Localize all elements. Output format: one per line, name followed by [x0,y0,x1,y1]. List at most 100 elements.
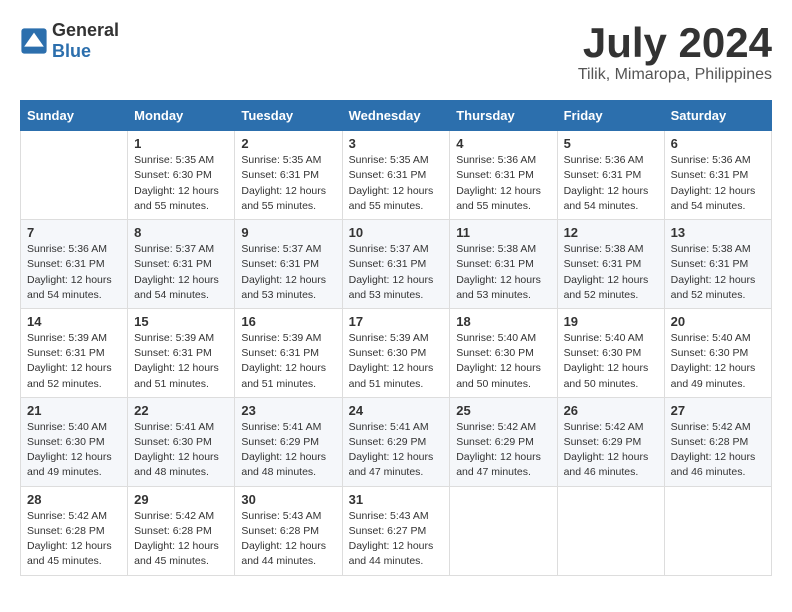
calendar-cell: 9 Sunrise: 5:37 AMSunset: 6:31 PMDaylight… [235,220,342,309]
day-number: 20 [671,314,765,329]
week-row: 1 Sunrise: 5:35 AMSunset: 6:30 PMDaylight… [21,131,772,220]
calendar-cell: 14 Sunrise: 5:39 AMSunset: 6:31 PMDayligh… [21,308,128,397]
header: General Blue July 2024 Tilik, Mimaropa, … [20,20,772,84]
calendar-cell: 10Sunrise: 5:37 AMSunset: 6:31 PMDayligh… [342,220,450,309]
weekday-header: Sunday [21,101,128,131]
calendar-cell: 31 Sunrise: 5:43 AMSunset: 6:27 PMDayligh… [342,486,450,575]
day-info: Sunrise: 5:39 AMSunset: 6:31 PMDaylight:… [27,331,121,392]
calendar-cell: 4Sunrise: 5:36 AMSunset: 6:31 PMDaylight… [450,131,557,220]
month-title: July 2024 [578,20,772,66]
weekday-header: Monday [128,101,235,131]
day-info: Sunrise: 5:35 AMSunset: 6:31 PMDaylight:… [349,153,444,214]
day-info: Sunrise: 5:39 AMSunset: 6:31 PMDaylight:… [134,331,228,392]
calendar-cell: 12 Sunrise: 5:38 AMSunset: 6:31 PMDayligh… [557,220,664,309]
calendar-cell: 30 Sunrise: 5:43 AMSunset: 6:28 PMDayligh… [235,486,342,575]
day-info: Sunrise: 5:38 AMSunset: 6:31 PMDaylight:… [671,242,765,303]
day-info: Sunrise: 5:42 AMSunset: 6:29 PMDaylight:… [456,420,550,481]
day-number: 7 [27,225,121,240]
title-area: July 2024 Tilik, Mimaropa, Philippines [578,20,772,84]
day-info: Sunrise: 5:40 AMSunset: 6:30 PMDaylight:… [564,331,658,392]
day-info: Sunrise: 5:41 AMSunset: 6:29 PMDaylight:… [241,420,335,481]
day-info: Sunrise: 5:43 AMSunset: 6:27 PMDaylight:… [349,509,444,570]
day-number: 14 [27,314,121,329]
calendar-cell: 18 Sunrise: 5:40 AMSunset: 6:30 PMDayligh… [450,308,557,397]
weekday-header: Saturday [664,101,771,131]
calendar-cell: 24Sunrise: 5:41 AMSunset: 6:29 PMDayligh… [342,397,450,486]
day-number: 4 [456,136,550,151]
week-row: 28Sunrise: 5:42 AMSunset: 6:28 PMDayligh… [21,486,772,575]
calendar-cell: 23Sunrise: 5:41 AMSunset: 6:29 PMDayligh… [235,397,342,486]
calendar-cell: 16 Sunrise: 5:39 AMSunset: 6:31 PMDayligh… [235,308,342,397]
day-number: 12 [564,225,658,240]
calendar-cell: 22Sunrise: 5:41 AMSunset: 6:30 PMDayligh… [128,397,235,486]
day-number: 22 [134,403,228,418]
logo-icon [20,27,48,55]
day-info: Sunrise: 5:42 AMSunset: 6:29 PMDaylight:… [564,420,658,481]
day-number: 9 [241,225,335,240]
day-number: 29 [134,492,228,507]
day-info: Sunrise: 5:38 AMSunset: 6:31 PMDaylight:… [456,242,550,303]
day-number: 25 [456,403,550,418]
logo-general: General [52,20,119,40]
day-info: Sunrise: 5:37 AMSunset: 6:31 PMDaylight:… [134,242,228,303]
calendar-cell: 28Sunrise: 5:42 AMSunset: 6:28 PMDayligh… [21,486,128,575]
day-info: Sunrise: 5:42 AMSunset: 6:28 PMDaylight:… [27,509,121,570]
day-number: 30 [241,492,335,507]
day-info: Sunrise: 5:37 AMSunset: 6:31 PMDaylight:… [349,242,444,303]
day-number: 26 [564,403,658,418]
day-info: Sunrise: 5:42 AMSunset: 6:28 PMDaylight:… [134,509,228,570]
calendar-cell: 6Sunrise: 5:36 AMSunset: 6:31 PMDaylight… [664,131,771,220]
day-info: Sunrise: 5:39 AMSunset: 6:30 PMDaylight:… [349,331,444,392]
day-info: Sunrise: 5:40 AMSunset: 6:30 PMDaylight:… [671,331,765,392]
calendar-cell: 3 Sunrise: 5:35 AMSunset: 6:31 PMDaylight… [342,131,450,220]
day-info: Sunrise: 5:41 AMSunset: 6:29 PMDaylight:… [349,420,444,481]
day-number: 31 [349,492,444,507]
day-number: 1 [134,136,228,151]
calendar-cell: 17 Sunrise: 5:39 AMSunset: 6:30 PMDayligh… [342,308,450,397]
day-info: Sunrise: 5:40 AMSunset: 6:30 PMDaylight:… [27,420,121,481]
day-number: 17 [349,314,444,329]
calendar-cell [664,486,771,575]
weekday-header: Friday [557,101,664,131]
location-title: Tilik, Mimaropa, Philippines [578,66,772,84]
day-number: 11 [456,225,550,240]
calendar-cell [450,486,557,575]
day-number: 8 [134,225,228,240]
calendar-cell: 20 Sunrise: 5:40 AMSunset: 6:30 PMDayligh… [664,308,771,397]
calendar-cell [21,131,128,220]
calendar-cell: 7Sunrise: 5:36 AMSunset: 6:31 PMDaylight… [21,220,128,309]
day-number: 19 [564,314,658,329]
day-info: Sunrise: 5:38 AMSunset: 6:31 PMDaylight:… [564,242,658,303]
calendar-cell: 13 Sunrise: 5:38 AMSunset: 6:31 PMDayligh… [664,220,771,309]
week-row: 14 Sunrise: 5:39 AMSunset: 6:31 PMDayligh… [21,308,772,397]
logo-blue: Blue [52,41,91,61]
day-info: Sunrise: 5:37 AMSunset: 6:31 PMDaylight:… [241,242,335,303]
day-info: Sunrise: 5:43 AMSunset: 6:28 PMDaylight:… [241,509,335,570]
day-number: 13 [671,225,765,240]
calendar-cell: 5 Sunrise: 5:36 AMSunset: 6:31 PMDaylight… [557,131,664,220]
calendar-cell: 11 Sunrise: 5:38 AMSunset: 6:31 PMDayligh… [450,220,557,309]
week-row: 21 Sunrise: 5:40 AMSunset: 6:30 PMDayligh… [21,397,772,486]
day-info: Sunrise: 5:36 AMSunset: 6:31 PMDaylight:… [671,153,765,214]
day-info: Sunrise: 5:40 AMSunset: 6:30 PMDaylight:… [456,331,550,392]
calendar-header-row: SundayMondayTuesdayWednesdayThursdayFrid… [21,101,772,131]
calendar-cell: 27 Sunrise: 5:42 AMSunset: 6:28 PMDayligh… [664,397,771,486]
weekday-header: Wednesday [342,101,450,131]
calendar-cell: 25 Sunrise: 5:42 AMSunset: 6:29 PMDayligh… [450,397,557,486]
calendar-cell: 15Sunrise: 5:39 AMSunset: 6:31 PMDayligh… [128,308,235,397]
day-info: Sunrise: 5:36 AMSunset: 6:31 PMDaylight:… [564,153,658,214]
day-number: 16 [241,314,335,329]
day-info: Sunrise: 5:35 AMSunset: 6:30 PMDaylight:… [134,153,228,214]
day-info: Sunrise: 5:39 AMSunset: 6:31 PMDaylight:… [241,331,335,392]
calendar-cell: 21 Sunrise: 5:40 AMSunset: 6:30 PMDayligh… [21,397,128,486]
day-number: 5 [564,136,658,151]
calendar-cell: 1 Sunrise: 5:35 AMSunset: 6:30 PMDaylight… [128,131,235,220]
logo: General Blue [20,20,119,62]
day-info: Sunrise: 5:42 AMSunset: 6:28 PMDaylight:… [671,420,765,481]
day-number: 27 [671,403,765,418]
day-number: 21 [27,403,121,418]
day-number: 18 [456,314,550,329]
day-number: 3 [349,136,444,151]
calendar-cell: 29 Sunrise: 5:42 AMSunset: 6:28 PMDayligh… [128,486,235,575]
calendar: SundayMondayTuesdayWednesdayThursdayFrid… [20,100,772,575]
